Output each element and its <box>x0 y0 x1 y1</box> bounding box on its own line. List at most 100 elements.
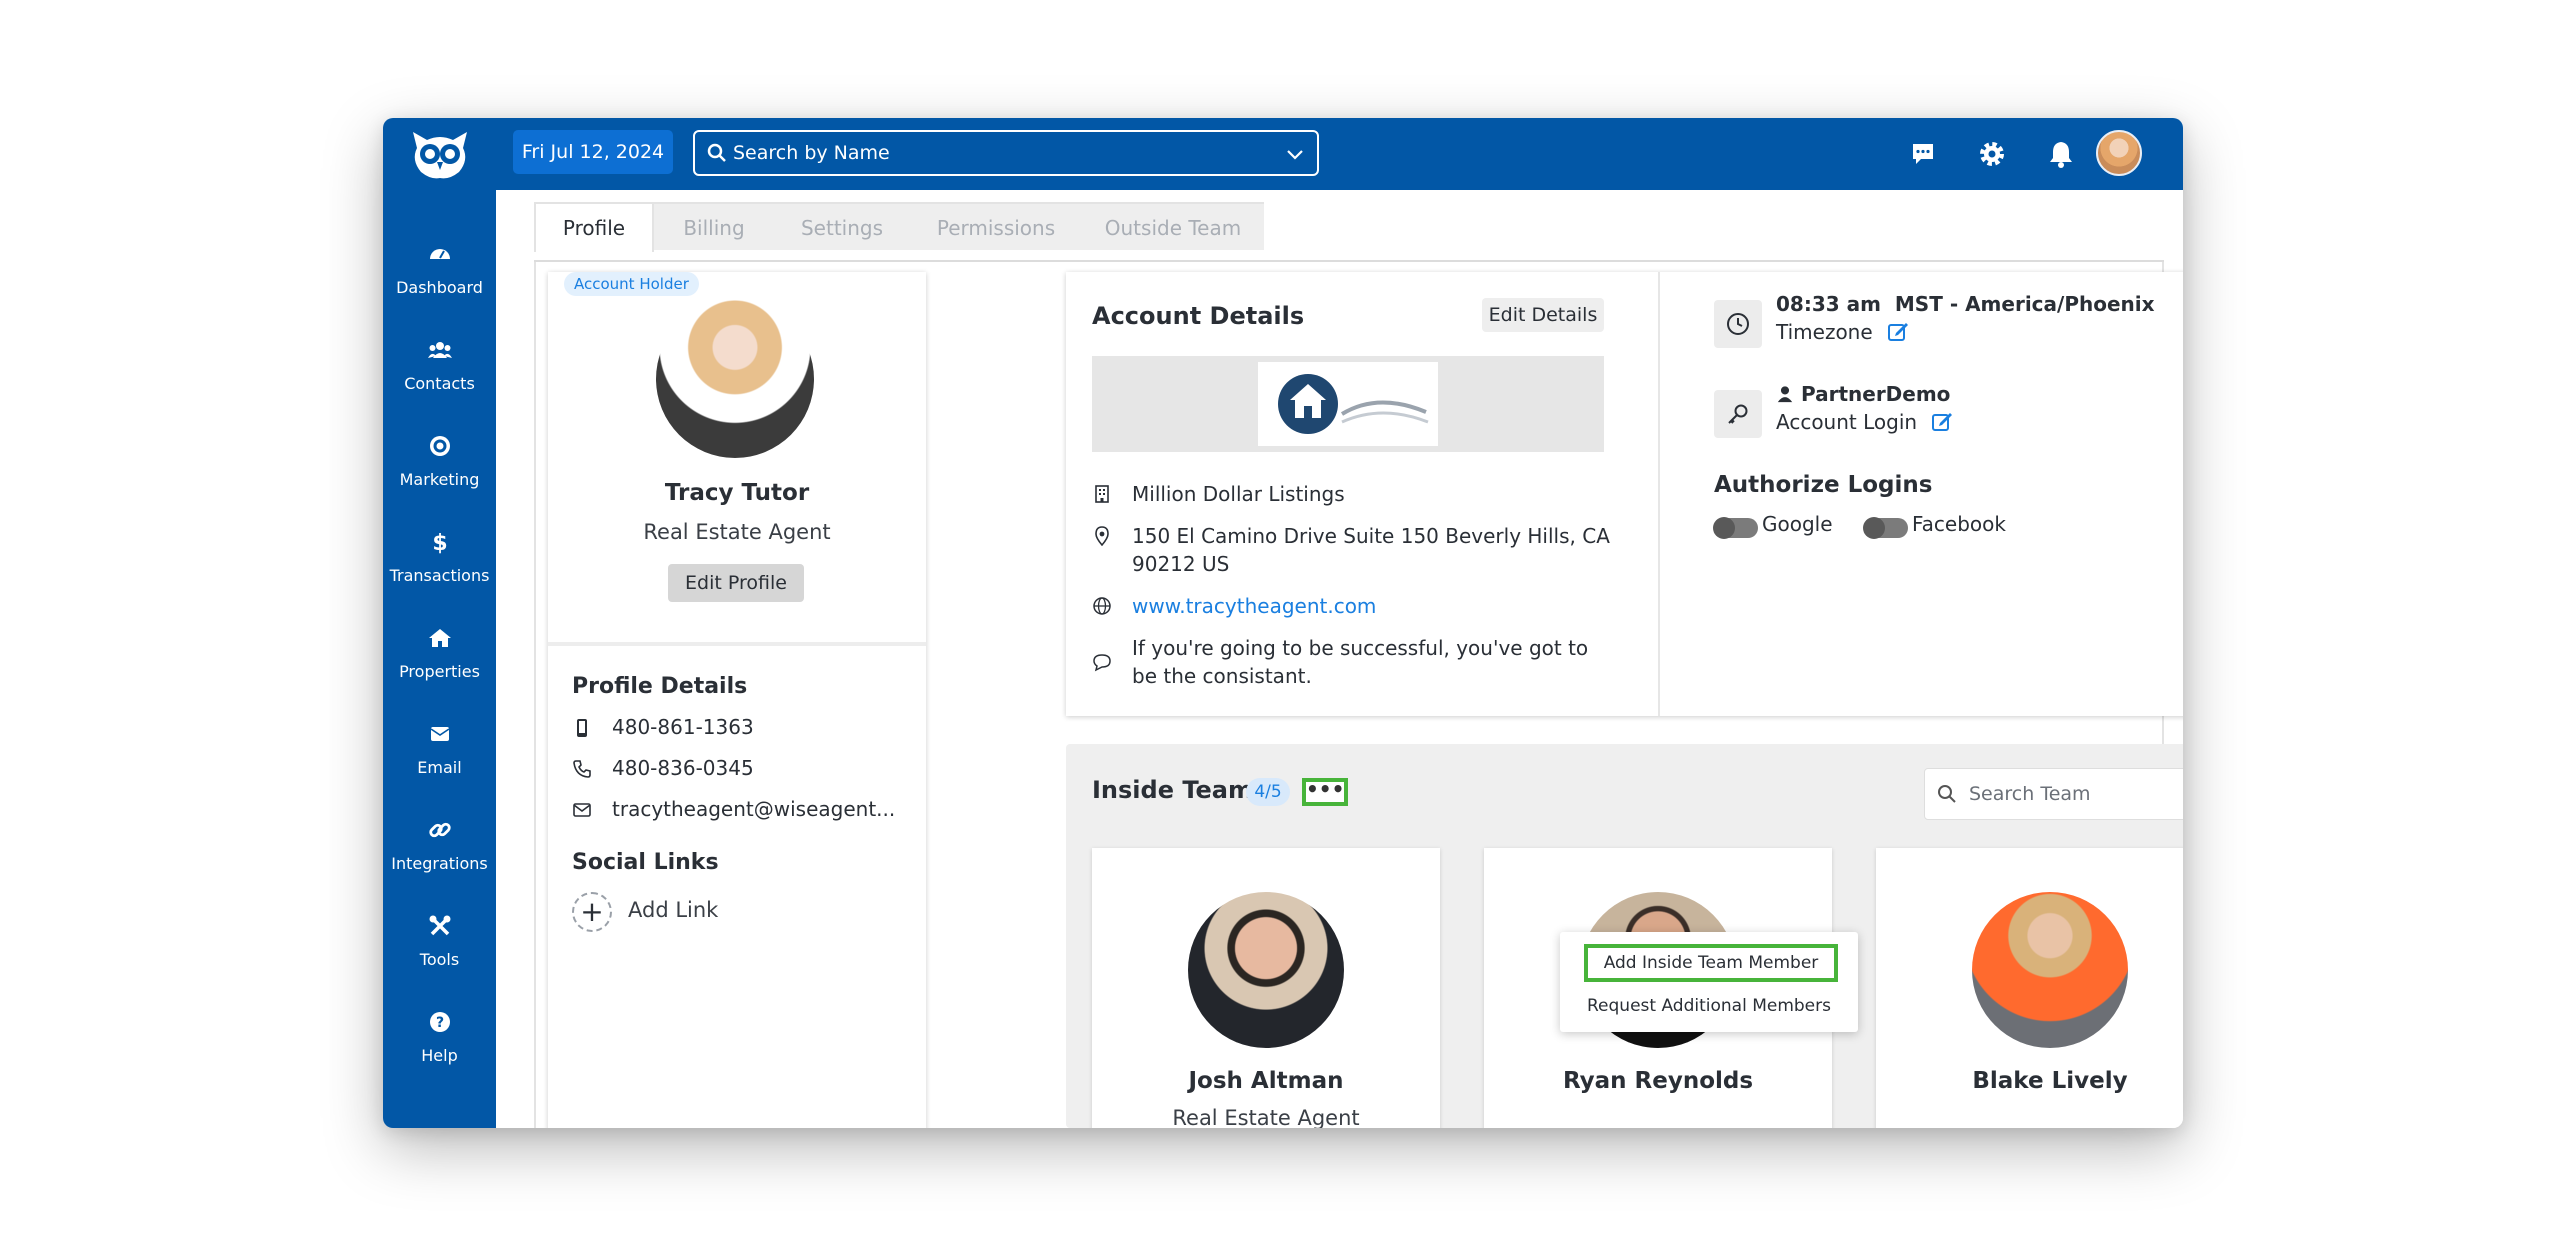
location-pin-icon <box>1095 526 1109 546</box>
profile-photo <box>656 300 814 458</box>
brokerage-logo <box>1258 362 1438 446</box>
social-links-title: Social Links <box>572 850 719 875</box>
key-icon <box>1728 404 1748 424</box>
tab-outside-team[interactable]: Outside Team <box>1082 202 1264 250</box>
envelope-icon <box>573 803 591 817</box>
member-role: Real Estate Agent <box>1172 1106 1360 1128</box>
account-details-title: Account Details <box>1092 302 1305 330</box>
member-name: Blake Lively <box>1972 1068 2128 1094</box>
phone-icon <box>573 760 591 778</box>
account-holder-badge: Account Holder <box>564 272 699 296</box>
sidebar-item-label: Contacts <box>404 374 475 393</box>
sidebar-item-dashboard[interactable]: Dashboard <box>383 242 496 322</box>
user-avatar[interactable] <box>2096 130 2142 176</box>
sidebar: Dashboard Contacts Marketing $ Transacti… <box>383 190 496 1128</box>
sidebar-item-label: Dashboard <box>396 278 483 297</box>
edit-profile-button[interactable]: Edit Profile <box>668 564 804 602</box>
date-button[interactable]: Fri Jul 12, 2024 <box>513 130 673 174</box>
member-name: Josh Altman <box>1188 1068 1344 1094</box>
add-inside-team-member-option[interactable]: Add Inside Team Member <box>1584 944 1838 982</box>
motto: If you're going to be successful, you've… <box>1132 636 1589 688</box>
top-bar: Fri Jul 12, 2024 Search by Name <box>383 118 2183 190</box>
chat-icon[interactable] <box>1907 138 1939 170</box>
target-icon <box>430 436 450 456</box>
building-icon <box>1095 485 1109 503</box>
sidebar-item-label: Help <box>421 1046 458 1065</box>
sidebar-item-transactions[interactable]: $ Transactions <box>383 530 496 610</box>
tab-permissions[interactable]: Permissions <box>910 202 1082 250</box>
facebook-label: Facebook <box>1912 512 2006 536</box>
users-icon <box>428 342 452 358</box>
tools-icon <box>429 915 451 936</box>
facebook-toggle[interactable] <box>1863 517 1908 539</box>
tab-settings[interactable]: Settings <box>774 202 910 250</box>
home-icon <box>429 629 451 647</box>
clock-icon <box>1727 313 1749 335</box>
sidebar-item-marketing[interactable]: Marketing <box>383 434 496 514</box>
bell-icon[interactable] <box>2045 138 2077 170</box>
dollar-icon: $ <box>432 531 447 554</box>
mobile-number[interactable]: 480-861-1363 <box>612 712 754 742</box>
user-icon <box>1777 386 1793 403</box>
request-additional-members-option[interactable]: Request Additional Members <box>1560 988 1858 1024</box>
edit-icon[interactable] <box>1887 320 1909 342</box>
phone-number[interactable]: 480-836-0345 <box>612 753 754 783</box>
svg-text:$: $ <box>432 531 447 554</box>
sidebar-item-integrations[interactable]: Integrations <box>383 818 496 898</box>
profile-role: Real Estate Agent <box>643 520 831 544</box>
mobile-phone-icon <box>577 719 587 737</box>
team-member-card[interactable]: Josh Altman Real Estate Agent <box>1092 848 1440 1128</box>
add-link-button[interactable]: Add Link <box>628 898 718 922</box>
sidebar-item-email[interactable]: Email <box>383 722 496 802</box>
sidebar-item-help[interactable]: ? Help <box>383 1010 496 1090</box>
sidebar-item-contacts[interactable]: Contacts <box>383 338 496 418</box>
link-icon <box>429 822 451 838</box>
profile-details-title: Profile Details <box>572 674 748 699</box>
search-by-name-input[interactable]: Search by Name <box>693 130 1319 176</box>
company-name: Million Dollar Listings <box>1132 482 1345 506</box>
globe-icon <box>1093 597 1111 615</box>
key-icon-box <box>1714 390 1762 438</box>
google-toggle[interactable] <box>1713 517 1758 539</box>
app-window: Fri Jul 12, 2024 Search by Name Dashboar… <box>383 118 2183 1128</box>
tab-profile[interactable]: Profile <box>534 202 654 252</box>
gauge-icon <box>430 249 450 259</box>
sidebar-item-tools[interactable]: Tools <box>383 914 496 994</box>
search-team-input[interactable]: Search Team <box>1924 768 2183 820</box>
team-more-button[interactable]: ••• <box>1302 778 1348 806</box>
search-icon <box>1938 785 1956 803</box>
chevron-down-icon[interactable] <box>1285 144 1305 164</box>
brokerage-logo-area <box>1092 356 1604 452</box>
timezone-label: Timezone <box>1776 320 1909 344</box>
help-icon: ? <box>430 1012 450 1032</box>
address: 150 El Camino Drive Suite 150 Beverly Hi… <box>1132 524 1610 576</box>
edit-icon[interactable] <box>1931 410 1953 432</box>
owl-logo[interactable] <box>409 126 471 182</box>
website-link[interactable]: www.tracytheagent.com <box>1132 592 1612 620</box>
svg-text:?: ? <box>436 1015 444 1031</box>
email-address[interactable]: tracytheagent@wiseagent... <box>612 794 895 824</box>
edit-details-button[interactable]: Edit Details <box>1482 298 1604 332</box>
authorize-logins-title: Authorize Logins <box>1714 472 1933 498</box>
inside-team-title: Inside Team <box>1092 776 1254 804</box>
member-photo <box>1188 892 1344 1048</box>
sidebar-item-label: Email <box>417 758 462 777</box>
search-team-placeholder: Search Team <box>1969 783 2091 805</box>
account-login-label: Account Login <box>1776 410 1953 434</box>
profile-name: Tracy Tutor <box>664 480 810 506</box>
sidebar-item-label: Integrations <box>391 854 488 873</box>
clock-icon-box <box>1714 300 1762 348</box>
team-member-card[interactable]: Blake Lively <box>1876 848 2183 1128</box>
envelope-icon <box>430 727 450 741</box>
search-placeholder: Search by Name <box>733 142 890 164</box>
member-name: Ryan Reynolds <box>1562 1068 1754 1094</box>
gear-icon[interactable] <box>1976 138 2008 170</box>
google-label: Google <box>1762 512 1833 536</box>
tab-billing[interactable]: Billing <box>654 202 774 250</box>
sidebar-item-properties[interactable]: Properties <box>383 626 496 706</box>
sidebar-item-label: Tools <box>419 950 460 969</box>
team-count-badge: 4/5 <box>1246 778 1290 806</box>
sidebar-item-label: Marketing <box>399 470 480 489</box>
add-link-icon[interactable] <box>572 892 612 932</box>
team-options-menu: Add Inside Team Member Request Additiona… <box>1560 932 1858 1032</box>
